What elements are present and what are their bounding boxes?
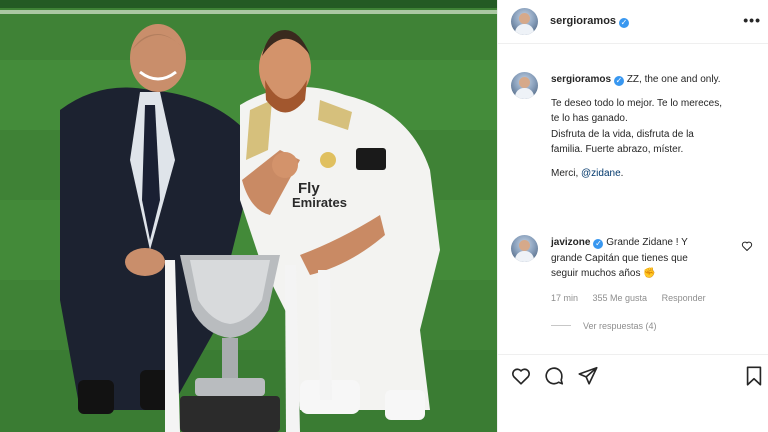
author-avatar[interactable] [511, 8, 538, 35]
post-header: sergioramos ✓ ••• [498, 0, 768, 44]
comment-icon[interactable] [543, 365, 565, 387]
mention-link[interactable]: @zidane [581, 168, 621, 179]
likes-area-partial [498, 398, 768, 432]
author-username[interactable]: sergioramos [550, 15, 616, 27]
comment-text-1: Grande Zidane ! Y [606, 237, 688, 248]
verified-badge-icon: ✓ [619, 18, 630, 28]
post-photo: Fly Emirates [0, 0, 497, 432]
heart-icon[interactable] [510, 365, 532, 387]
caption-avatar[interactable] [511, 72, 538, 99]
svg-text:Emirates: Emirates [292, 195, 347, 210]
caption-line-3: te lo has ganado. [551, 113, 628, 124]
view-replies[interactable]: Ver respuestas (4) [551, 321, 657, 331]
action-bar [498, 354, 768, 398]
caption-line-5: familia. Fuerte abrazo, míster. [551, 144, 684, 155]
caption-verified-badge-icon: ✓ [614, 76, 625, 86]
comment-verified-badge-icon: ✓ [593, 239, 604, 249]
post-caption: sergioramos ✓ ZZ, the one and only. Te de… [551, 72, 756, 181]
comment: javizone ✓ Grande Zidane ! Y grande Capit… [551, 235, 741, 282]
comment-like-heart-icon[interactable] [741, 240, 753, 252]
caption-end: . [620, 167, 624, 179]
post-side-panel: sergioramos ✓ ••• sergioramos ✓ ZZ, the on… [497, 0, 768, 432]
comment-text-2: grande Capitán que tienes que [551, 252, 688, 264]
comment-username[interactable]: javizone [551, 237, 590, 248]
caption-line-4: Disfruta de la vida, disfruta de la [551, 128, 694, 140]
comment-avatar[interactable] [511, 235, 538, 262]
comment-text-3: seguir muchos años [551, 268, 641, 279]
comment-meta: 17 min 355 Me gusta Responder [551, 293, 718, 303]
caption-merci: Merci, [551, 167, 579, 179]
bookmark-icon[interactable] [743, 365, 765, 387]
caption-username[interactable]: sergioramos [551, 74, 611, 85]
photo-illustration: Fly Emirates [0, 0, 497, 432]
more-options-icon[interactable]: ••• [743, 12, 761, 28]
comment-time: 17 min [551, 293, 579, 303]
caption-line-1: ZZ, the one and only. [626, 74, 721, 85]
reply-button[interactable]: Responder [662, 293, 706, 303]
caption-line-2: Te deseo todo lo mejor. Te lo mereces, [551, 97, 723, 109]
author-username-row[interactable]: sergioramos ✓ [550, 15, 630, 28]
paper-plane-icon[interactable] [577, 365, 599, 387]
fist-emoji-icon: ✊ [643, 268, 656, 279]
view-replies-label[interactable]: Ver respuestas (4) [583, 321, 657, 331]
comment-likes[interactable]: 355 Me gusta [593, 293, 648, 303]
replies-line [551, 325, 571, 326]
